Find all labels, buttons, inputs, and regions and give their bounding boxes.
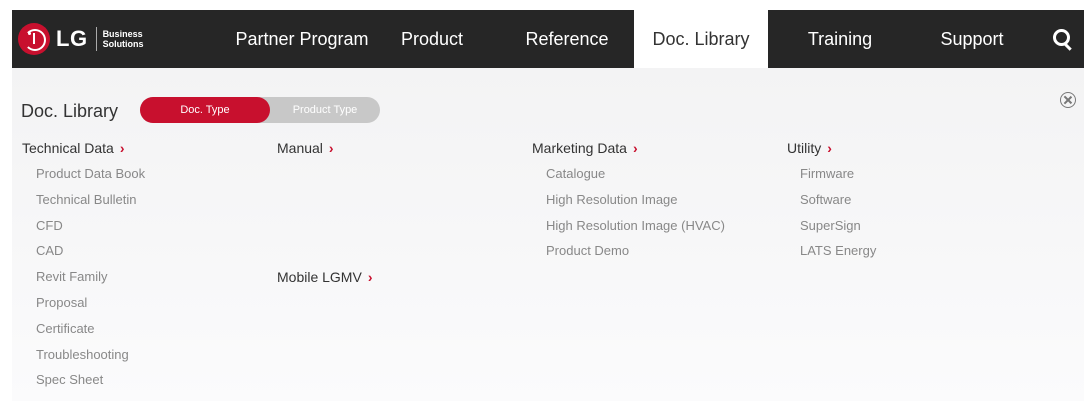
logo-subtitle-line2: Solutions xyxy=(102,39,144,49)
category-marketing-data[interactable]: Marketing Data › xyxy=(532,140,638,156)
list-item[interactable]: CFD xyxy=(36,213,145,239)
category-label: Mobile LGMV xyxy=(277,269,362,285)
category-label: Manual xyxy=(277,140,323,156)
nav-training[interactable]: Training xyxy=(788,10,892,68)
list-item[interactable]: Catalogue xyxy=(546,161,725,187)
chevron-right-icon: › xyxy=(827,140,832,156)
nav-support[interactable]: Support xyxy=(920,10,1024,68)
logo-subtitle: Business Solutions xyxy=(103,29,144,49)
panel-title: Doc. Library xyxy=(21,101,119,121)
list-item[interactable]: Product Data Book xyxy=(36,161,145,187)
toggle-doc-type[interactable]: Doc. Type xyxy=(140,97,270,123)
list-item[interactable]: Proposal xyxy=(36,290,145,316)
category-label: Technical Data xyxy=(22,140,114,156)
list-item[interactable]: Technical Bulletin xyxy=(36,187,145,213)
list-item[interactable]: Product Demo xyxy=(546,238,725,264)
category-mobile-lgmv[interactable]: Mobile LGMV › xyxy=(277,269,372,285)
category-utility[interactable]: Utility › xyxy=(787,140,832,156)
list-item[interactable]: LATS Energy xyxy=(800,238,876,264)
list-item[interactable]: High Resolution Image xyxy=(546,187,725,213)
top-navbar: LG Business Solutions Partner Program Pr… xyxy=(0,0,1084,78)
list-item[interactable]: SuperSign xyxy=(800,213,876,239)
doc-type-toggle: Doc. Type Product Type xyxy=(140,97,380,123)
list-item[interactable]: Firmware xyxy=(800,161,876,187)
marketing-data-list: Catalogue High Resolution Image High Res… xyxy=(546,161,725,264)
list-item[interactable]: Software xyxy=(800,187,876,213)
toggle-product-type[interactable]: Product Type xyxy=(270,97,380,123)
nav-doc-library[interactable]: Doc. Library xyxy=(634,10,768,68)
utility-list: Firmware Software SuperSign LATS Energy xyxy=(800,161,876,264)
lg-face-icon xyxy=(18,23,50,55)
chevron-right-icon: › xyxy=(632,140,638,156)
nav-partner-program[interactable]: Partner Program xyxy=(220,10,384,68)
category-label: Marketing Data xyxy=(532,140,627,156)
nav-product[interactable]: Product xyxy=(384,10,480,68)
nav-strip: LG Business Solutions Partner Program Pr… xyxy=(12,10,1084,68)
category-label: Utility xyxy=(787,140,822,156)
logo-text: LG xyxy=(56,26,88,51)
close-circle-icon[interactable] xyxy=(1060,92,1076,108)
list-item[interactable]: Spec Sheet xyxy=(36,367,145,393)
chevron-right-icon: › xyxy=(367,269,373,285)
chevron-right-icon: › xyxy=(328,140,334,156)
chevron-right-icon: › xyxy=(119,140,125,156)
list-item[interactable]: Troubleshooting xyxy=(36,342,145,368)
search-button[interactable] xyxy=(1040,10,1084,68)
doc-library-panel: Doc. Library Doc. Type Product Type Tech… xyxy=(12,68,1084,401)
category-manual[interactable]: Manual › xyxy=(277,140,334,156)
lg-logo[interactable]: LG Business Solutions xyxy=(18,22,144,56)
list-item[interactable]: Certificate xyxy=(36,316,145,342)
nav-reference[interactable]: Reference xyxy=(512,10,622,68)
list-item[interactable]: CAD xyxy=(36,238,145,264)
technical-data-list: Product Data Book Technical Bulletin CFD… xyxy=(36,161,145,393)
logo-divider xyxy=(95,27,97,51)
category-technical-data[interactable]: Technical Data › xyxy=(22,140,125,156)
list-item[interactable]: Revit Family xyxy=(36,264,145,290)
list-item[interactable]: High Resolution Image (HVAC) xyxy=(546,213,725,239)
logo-subtitle-line1: Business xyxy=(102,29,143,39)
